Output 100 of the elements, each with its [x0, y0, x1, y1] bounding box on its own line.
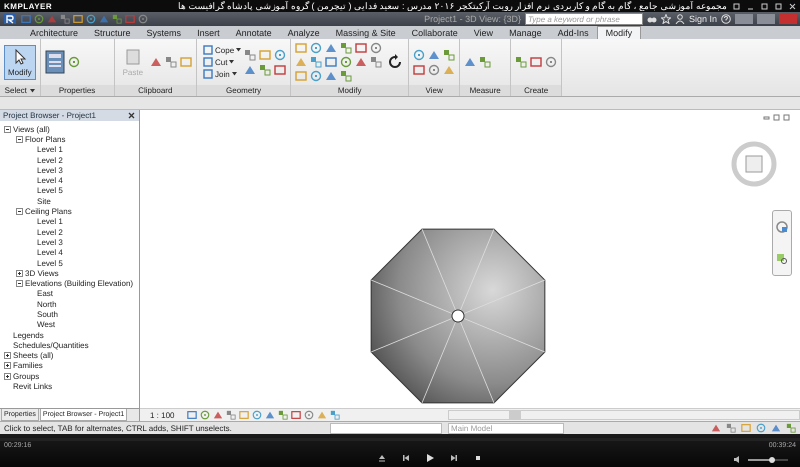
tool-icon[interactable] [443, 48, 456, 60]
tree-item[interactable]: East [37, 289, 54, 298]
tree-item[interactable]: Families [13, 361, 43, 370]
tool-icon[interactable] [428, 48, 440, 60]
tree-item[interactable]: South [37, 310, 58, 319]
tree-item[interactable]: Schedules/Quantities [13, 340, 89, 350]
tool-button[interactable]: Modify [4, 44, 36, 80]
tree-item[interactable]: Revit Links [13, 382, 52, 392]
tool-icon[interactable] [310, 70, 322, 82]
tool-icon[interactable] [304, 410, 314, 420]
tool-icon[interactable] [726, 423, 736, 433]
tool-icon[interactable] [355, 42, 368, 54]
tree-item[interactable]: Level 5 [37, 258, 63, 268]
tool-icon[interactable] [226, 410, 236, 420]
tool-icon[interactable] [150, 56, 162, 68]
collapse-icon[interactable] [4, 126, 11, 133]
view-scale[interactable]: 1 : 100 [150, 410, 174, 420]
search-field[interactable]: Type a keyword or phrase [524, 13, 643, 25]
expand-icon[interactable] [4, 362, 11, 370]
ribbon-tab[interactable]: Architecture [22, 27, 86, 39]
caret-icon[interactable] [30, 88, 35, 92]
tool-icon[interactable] [68, 56, 80, 68]
tool-icon[interactable] [21, 14, 31, 24]
tool-icon[interactable] [310, 56, 322, 68]
tree-item[interactable]: Elevations (Building Elevation) [25, 279, 134, 288]
expand-icon[interactable] [4, 372, 11, 380]
properties-icon[interactable] [44, 50, 65, 74]
tool-icon[interactable] [244, 64, 256, 76]
tool-icon[interactable] [203, 45, 214, 55]
tree-item[interactable]: Level 4 [37, 248, 63, 258]
tool-icon[interactable] [34, 14, 44, 24]
ribbon-tab[interactable]: Collaborate [404, 27, 466, 39]
tool-icon[interactable] [370, 56, 382, 68]
tool-icon[interactable] [278, 410, 288, 420]
sign-in-link[interactable]: Sign In [688, 14, 717, 24]
ribbon-tab[interactable]: Modify [596, 26, 642, 39]
tree-item[interactable]: Floor Plans [25, 134, 66, 144]
ribbon-tab[interactable]: Annotate [228, 27, 280, 39]
tree-item[interactable]: Site [37, 196, 51, 206]
ribbon-tab[interactable]: View [466, 27, 502, 39]
tool-icon[interactable] [355, 56, 368, 68]
next-icon[interactable] [449, 453, 459, 463]
tool-icon[interactable] [428, 64, 440, 76]
tool-icon[interactable] [340, 70, 352, 82]
tool-icon[interactable] [413, 64, 426, 76]
tool-icon[interactable] [112, 14, 122, 24]
tree-item[interactable]: Level 1 [37, 145, 63, 154]
tree-item[interactable]: Sheets (all) [13, 351, 54, 360]
tool-icon[interactable] [274, 64, 286, 76]
tool-icon[interactable] [479, 56, 492, 68]
ribbon-tab[interactable]: Massing & Site [328, 27, 404, 39]
tree-item[interactable]: Level 2 [37, 228, 63, 237]
tree-item[interactable]: Level 2 [37, 156, 63, 165]
caret-icon[interactable] [229, 60, 234, 64]
tool-icon[interactable] [203, 69, 214, 79]
tool-icon[interactable] [138, 14, 148, 24]
tool-icon[interactable] [756, 423, 766, 433]
tool-icon[interactable] [325, 42, 338, 54]
tree-item[interactable]: West [37, 320, 56, 330]
tool-icon[interactable] [325, 56, 338, 68]
workset-field[interactable] [330, 422, 442, 434]
expand-icon[interactable] [4, 352, 11, 360]
ribbon-tab[interactable]: Analyze [280, 27, 328, 39]
tool-icon[interactable] [165, 56, 178, 68]
tool-icon[interactable] [86, 14, 96, 24]
tool-icon[interactable] [310, 42, 322, 54]
tree-item[interactable]: Groups [13, 372, 40, 381]
tool-icon[interactable] [73, 14, 83, 24]
tool-icon[interactable] [325, 70, 338, 82]
volume-icon[interactable] [733, 455, 742, 464]
stop-icon[interactable] [473, 453, 483, 463]
view-cube-icon[interactable] [730, 140, 778, 188]
tool-icon[interactable] [252, 410, 262, 420]
tree-item[interactable]: Level 5 [37, 186, 63, 196]
tree-item[interactable]: Level 1 [37, 217, 63, 226]
tree-item[interactable]: Views (all) [13, 124, 50, 134]
tree-item[interactable]: Level 3 [37, 238, 63, 247]
ribbon-tab[interactable]: Manage [501, 27, 550, 39]
help-icon[interactable] [721, 14, 731, 24]
ribbon-tab[interactable]: Structure [86, 27, 139, 39]
tree-item[interactable]: 3D Views [25, 268, 59, 278]
ribbon-tab[interactable]: Add-Ins [550, 27, 597, 39]
tool-icon[interactable] [60, 14, 70, 24]
close-icon[interactable] [127, 111, 136, 120]
tool-icon[interactable] [370, 42, 382, 54]
tool-icon[interactable] [291, 410, 302, 420]
collapse-icon[interactable] [16, 208, 23, 216]
tool-icon[interactable] [295, 42, 308, 54]
eject-icon[interactable] [377, 453, 387, 463]
scrollbar[interactable] [448, 410, 800, 420]
collapse-icon[interactable] [16, 136, 23, 143]
tree-item[interactable]: North [37, 300, 57, 309]
previous-icon[interactable] [401, 453, 411, 463]
expand-icon[interactable] [16, 270, 23, 277]
tool-icon[interactable] [413, 48, 426, 60]
tool-icon[interactable] [295, 70, 308, 82]
play-icon[interactable] [425, 453, 435, 463]
tool-icon[interactable] [786, 423, 796, 433]
tool-icon[interactable] [545, 56, 558, 68]
zoom-icon[interactable] [776, 253, 788, 265]
